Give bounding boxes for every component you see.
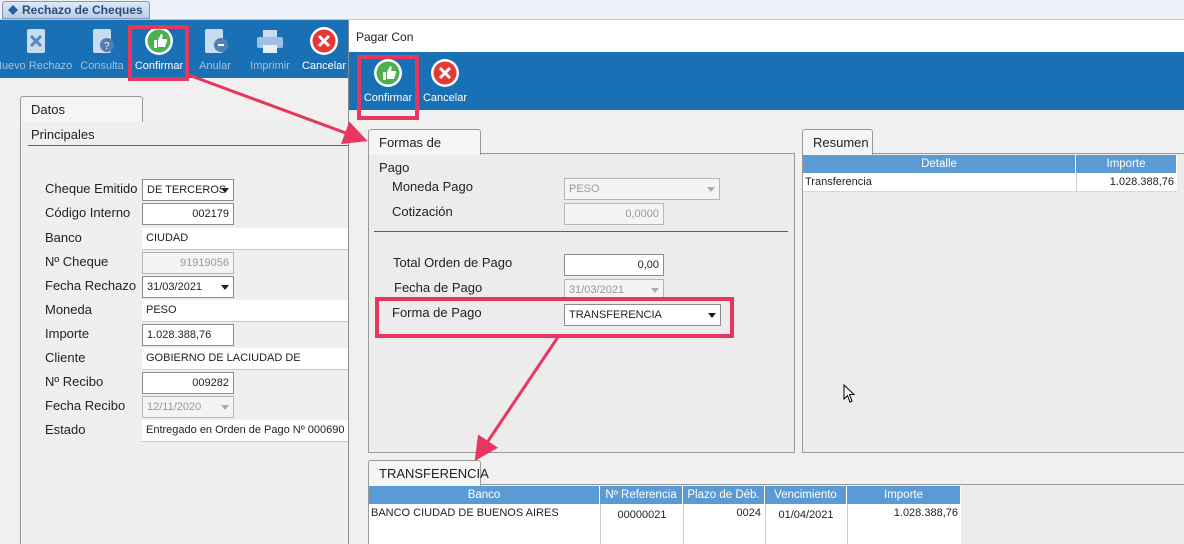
arrow-to-transferencia xyxy=(474,336,560,461)
arrow-to-formas xyxy=(185,72,368,145)
annotation-arrows xyxy=(185,72,560,461)
